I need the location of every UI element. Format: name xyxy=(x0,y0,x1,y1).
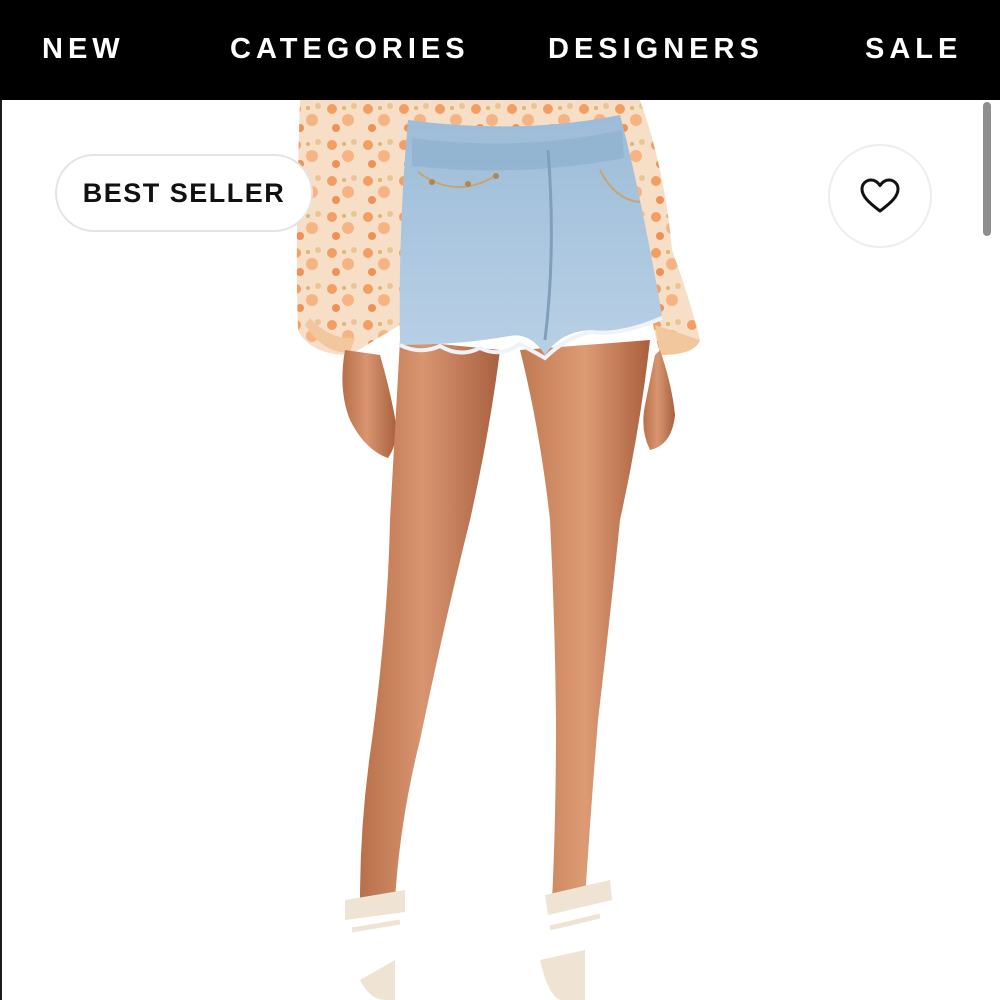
nav-item-new[interactable]: NEW xyxy=(42,30,125,68)
heart-icon xyxy=(860,178,900,213)
top-navigation: NEW CATEGORIES DESIGNERS SALE xyxy=(0,0,1000,100)
scrollbar-thumb[interactable] xyxy=(983,102,991,236)
nav-item-designers[interactable]: DESIGNERS xyxy=(548,30,764,68)
best-seller-label: BEST SELLER xyxy=(82,177,286,208)
best-seller-badge: BEST SELLER xyxy=(55,154,313,232)
wishlist-button[interactable] xyxy=(828,144,932,248)
left-edge-divider xyxy=(0,100,2,1000)
nav-item-categories[interactable]: CATEGORIES xyxy=(230,30,470,68)
product-page: NEW CATEGORIES DESIGNERS SALE BEST SELLE… xyxy=(0,0,1000,1000)
nav-item-sale[interactable]: SALE xyxy=(865,30,962,68)
